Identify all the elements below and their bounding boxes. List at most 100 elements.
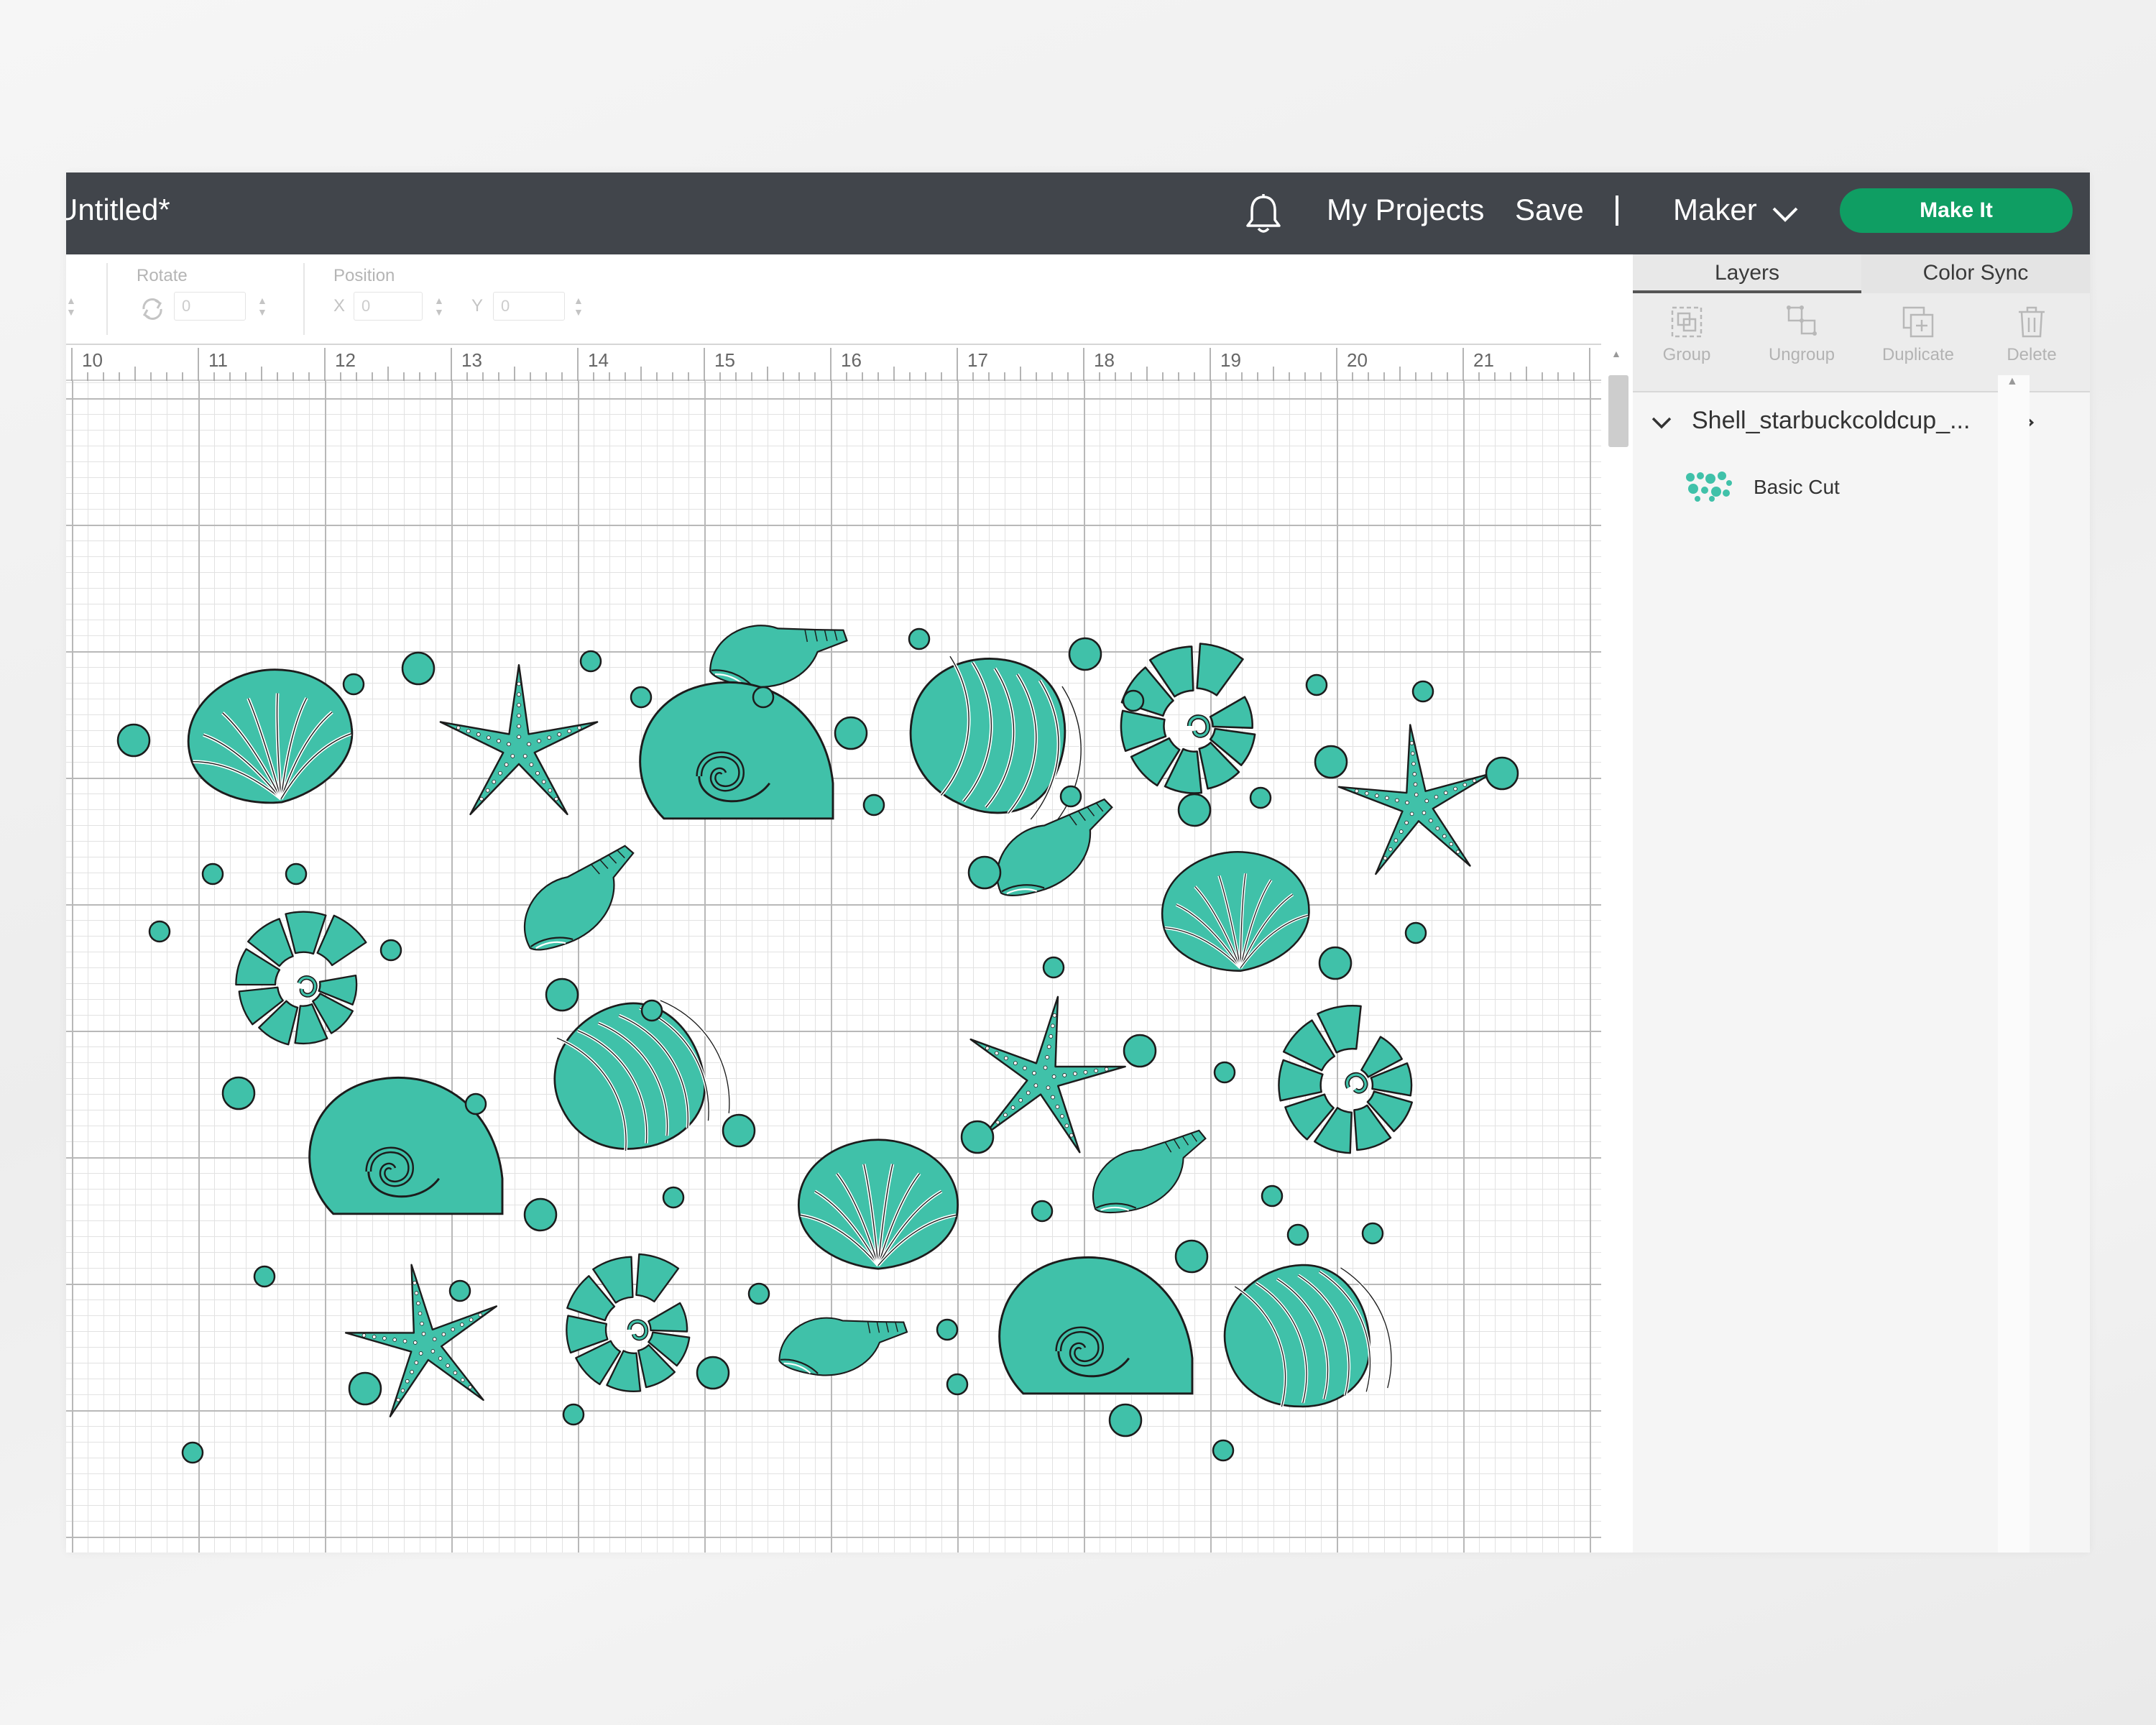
bubble (464, 1092, 487, 1116)
scallop-shell (798, 1138, 959, 1270)
bubble (1108, 1403, 1143, 1438)
bubble (1031, 1200, 1054, 1223)
chevron-down-icon[interactable] (1650, 411, 1673, 434)
canvas-vertical-scrollbar[interactable] (1604, 344, 1633, 1552)
bubble (1174, 1239, 1209, 1274)
ammonite-shell (566, 1253, 691, 1392)
bubble (1318, 946, 1353, 980)
make-it-button[interactable]: Make It (1840, 188, 2073, 233)
design-space-window: Untitled* My Projects Save Maker Make It… (66, 172, 2090, 1552)
duplicate-button[interactable]: Duplicate (1864, 303, 1972, 365)
bubble (1286, 1223, 1309, 1246)
scallop-shell (1161, 850, 1310, 972)
ruler-number: 18 (1094, 349, 1115, 371)
bubble (752, 686, 775, 709)
y-stepper[interactable]: ▲ ▼ (573, 295, 584, 318)
bubble (747, 1282, 770, 1305)
size-stepper-fragment[interactable]: ▲ ▼ (66, 295, 76, 318)
project-title[interactable]: Untitled* (66, 193, 170, 227)
layer-thumbnail (1683, 469, 1735, 503)
bubble (967, 855, 1002, 890)
save-button[interactable]: Save (1515, 193, 1584, 227)
group-icon (1671, 306, 1703, 338)
x-position-input[interactable]: 0 (354, 292, 423, 321)
bubble (1059, 785, 1082, 808)
bubble (342, 673, 365, 696)
nautilus-shell (639, 681, 834, 820)
bubble (401, 651, 436, 686)
top-header: Untitled* My Projects Save Maker Make It (66, 172, 2090, 254)
nautilus-shell (998, 1256, 1194, 1395)
bubble (834, 716, 868, 750)
y-label: Y (471, 296, 484, 316)
ruler-number: 11 (208, 349, 228, 371)
ruler-ticks (71, 348, 1590, 381)
bubble (1123, 1034, 1157, 1068)
x-stepper[interactable]: ▲ ▼ (434, 295, 444, 318)
layer-name[interactable]: Shell_starbuckcoldcup_... (1692, 407, 1970, 435)
delete-label: Delete (2007, 345, 2057, 364)
panel-scroll-up-arrow[interactable]: ▲ (2007, 375, 2018, 388)
ruler-number: 13 (461, 349, 482, 371)
bubble (116, 723, 151, 758)
y-position-input[interactable]: 0 (493, 292, 565, 321)
group-button[interactable]: Group (1633, 303, 1741, 365)
bubble (1305, 673, 1328, 696)
scroll-up-arrow[interactable]: ▲ (1611, 348, 1621, 359)
bubble (960, 1120, 995, 1154)
toolbar-divider (303, 263, 305, 335)
position-label: Position (333, 266, 395, 285)
bubble (562, 1403, 585, 1426)
bubble (1404, 921, 1427, 944)
seashell-design[interactable] (66, 381, 1601, 1552)
bubble (448, 1279, 471, 1302)
cutting-mat-grid[interactable] (66, 381, 1601, 1552)
canvas-area[interactable]: 10 11 12 13 14 15 16 17 18 19 20 21 (66, 344, 1601, 1552)
bell-icon[interactable] (1243, 193, 1284, 236)
bubble (1261, 1184, 1284, 1208)
x-label: X (333, 296, 346, 316)
rotate-input[interactable]: 0 (174, 292, 246, 321)
tab-color-sync[interactable]: Color Sync (1861, 254, 2090, 293)
bubble (348, 1371, 382, 1406)
ruler-number: 16 (841, 349, 862, 371)
bubble (1177, 793, 1212, 827)
sublayer-operation-label: Basic Cut (1754, 476, 1840, 498)
bubble (1411, 680, 1434, 703)
my-projects-link[interactable]: My Projects (1327, 193, 1484, 227)
tab-layers[interactable]: Layers (1633, 254, 1861, 293)
bubble (523, 1197, 558, 1232)
canvas-scroll-thumb[interactable] (1608, 375, 1628, 447)
bubble (579, 650, 602, 673)
bubble (1361, 1222, 1384, 1245)
bubble (696, 1356, 730, 1390)
duplicate-label: Duplicate (1881, 345, 1955, 364)
ungroup-button[interactable]: Ungroup (1748, 303, 1856, 365)
delete-button[interactable]: Delete (1978, 303, 2086, 365)
trash-icon (2019, 306, 2045, 338)
bubble (722, 1113, 756, 1148)
rotate-label: Rotate (137, 266, 188, 285)
bubble (1213, 1061, 1236, 1084)
rotate-stepper[interactable]: ▲ ▼ (257, 295, 267, 318)
header-separator (1616, 196, 1618, 226)
starfish (439, 663, 599, 816)
horizontal-ruler: 10 11 12 13 14 15 16 17 18 19 20 21 (66, 344, 1601, 381)
chevron-down-icon[interactable] (1769, 198, 1801, 230)
bubble (936, 1318, 959, 1341)
ruler-number: 17 (967, 349, 988, 371)
machine-selector[interactable]: Maker (1673, 193, 1757, 227)
conch-shell (1092, 1129, 1207, 1214)
ammonite-shell (235, 911, 367, 1046)
duplicate-icon (1902, 306, 1934, 338)
bubble (379, 939, 402, 962)
panel-vertical-scrollbar[interactable] (1998, 375, 2030, 1552)
group-label: Group (1662, 345, 1711, 364)
bubble (1068, 637, 1102, 671)
starfish (1337, 724, 1493, 875)
bubble (1249, 786, 1272, 809)
bubble (253, 1265, 276, 1288)
bubble (1485, 756, 1519, 791)
ruler-number: 21 (1473, 349, 1494, 371)
ruler-number: 15 (714, 349, 735, 371)
